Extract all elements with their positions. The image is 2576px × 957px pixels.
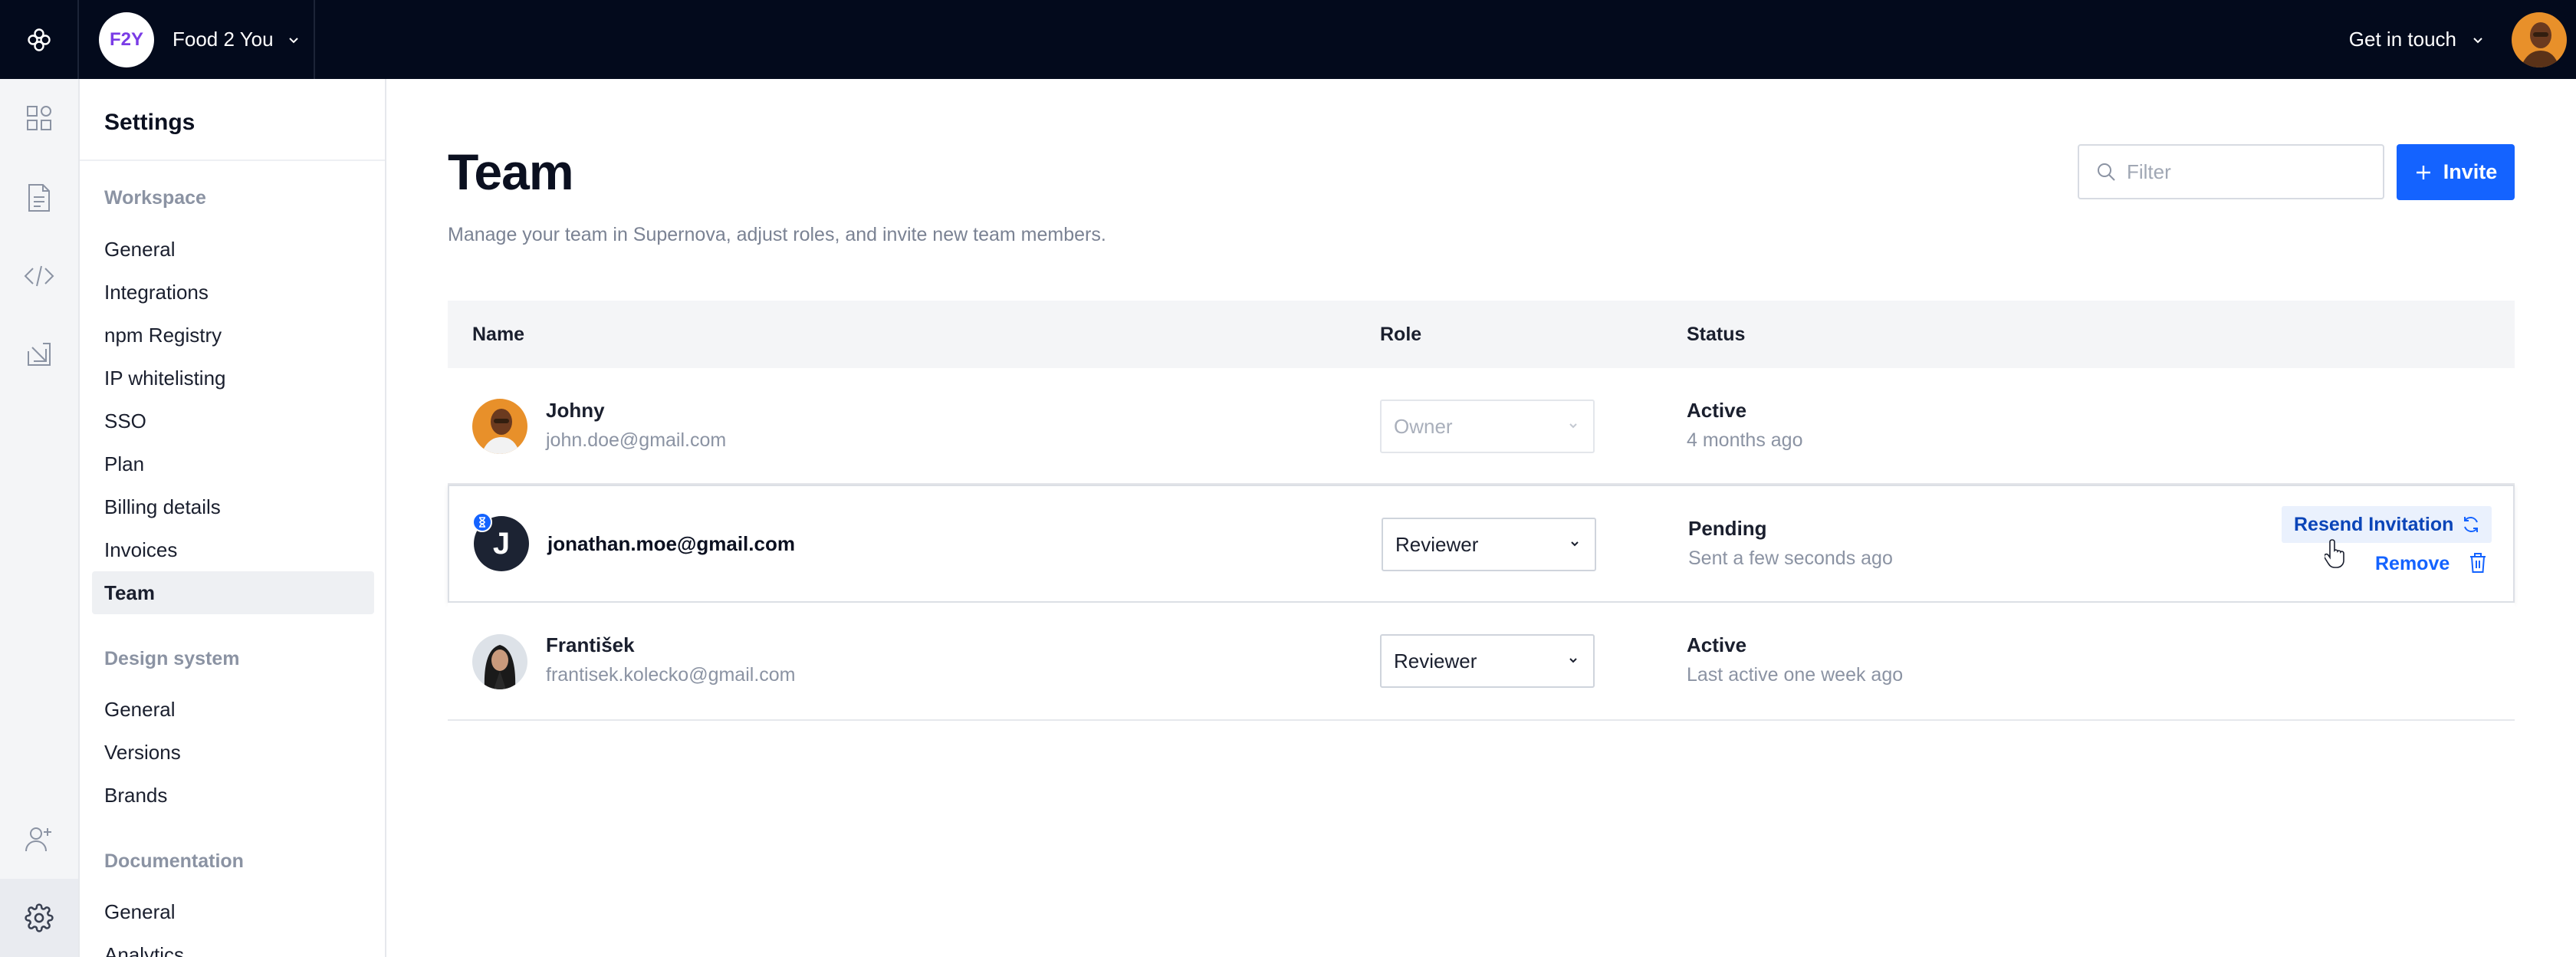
- status-detail: Last active one week ago: [1687, 664, 1904, 686]
- avatar: [472, 399, 527, 454]
- member-email: john.doe@gmail.com: [546, 429, 727, 451]
- role-select: Owner: [1380, 400, 1595, 453]
- components-icon: [27, 106, 51, 130]
- sidebar-item-invoices[interactable]: Invoices: [92, 528, 374, 571]
- rail-settings-button[interactable]: [0, 879, 78, 957]
- user-avatar[interactable]: [2512, 12, 2567, 67]
- code-icon: [24, 265, 54, 287]
- settings-sidebar: Settings Workspace General Integrations …: [80, 79, 386, 957]
- role-select[interactable]: Reviewer: [1380, 634, 1595, 688]
- sidebar-item-billing-details[interactable]: Billing details: [92, 485, 374, 528]
- sidebar-item-ds-general[interactable]: General: [92, 688, 374, 731]
- remove-label: Remove: [2375, 552, 2450, 574]
- workspace-switcher[interactable]: F2Y Food 2 You: [80, 0, 315, 79]
- invite-label: Invite: [2443, 160, 2498, 183]
- app-logo-button[interactable]: [0, 0, 79, 79]
- role-select[interactable]: Reviewer: [1382, 518, 1596, 571]
- rail-add-user-button[interactable]: [0, 800, 78, 878]
- top-bar: F2Y Food 2 You Get in touch: [0, 0, 2576, 79]
- table-header: Name Role Status: [448, 301, 2515, 368]
- sidebar-item-brands[interactable]: Brands: [92, 774, 374, 817]
- status-label: Pending: [1688, 517, 1767, 540]
- rail-components-button[interactable]: [0, 79, 78, 157]
- filter-input[interactable]: [2127, 160, 2372, 184]
- chevron-down-icon: [288, 34, 300, 46]
- chevron-down-icon: [1567, 419, 1579, 432]
- invite-button[interactable]: Invite: [2397, 144, 2515, 200]
- table-row: František frantisek.kolecko@gmail.com Re…: [448, 603, 2515, 721]
- sidebar-item-plan[interactable]: Plan: [92, 442, 374, 485]
- supernova-logo-icon: [27, 28, 51, 51]
- search-icon: [2098, 163, 2115, 181]
- get-in-touch-menu[interactable]: Get in touch: [2349, 0, 2484, 79]
- chevron-down-icon: [2472, 34, 2484, 46]
- status-detail: 4 months ago: [1687, 429, 1803, 451]
- column-header-name[interactable]: Name: [472, 301, 524, 368]
- filter-field[interactable]: [2078, 144, 2384, 199]
- rail-code-button[interactable]: [0, 237, 78, 315]
- status-detail: Sent a few seconds ago: [1688, 548, 1893, 569]
- hourglass-icon: [472, 512, 492, 532]
- page-description: Manage your team in Supernova, adjust ro…: [448, 224, 1106, 245]
- sidebar-item-npm-registry[interactable]: npm Registry: [92, 314, 374, 357]
- section-heading-workspace: Workspace: [104, 187, 206, 209]
- rail-documentation-button[interactable]: [0, 159, 78, 237]
- column-header-status[interactable]: Status: [1687, 301, 1745, 368]
- section-heading-documentation: Documentation: [104, 850, 244, 872]
- column-header-role[interactable]: Role: [1380, 301, 1421, 368]
- export-icon: [28, 343, 51, 366]
- resend-invitation-button[interactable]: Resend Invitation: [2282, 506, 2492, 543]
- icon-rail: [0, 79, 80, 957]
- add-user-icon: [25, 827, 51, 852]
- member-name: František: [546, 633, 635, 656]
- refresh-icon: [2461, 515, 2481, 534]
- workspace-avatar: F2Y: [99, 12, 154, 67]
- divider: [80, 160, 385, 161]
- table-row: Johny john.doe@gmail.com Owner Active 4 …: [448, 368, 2515, 485]
- status-label: Active: [1687, 399, 1747, 422]
- sidebar-item-analytics[interactable]: Analytics: [92, 933, 374, 957]
- sidebar-item-integrations[interactable]: Integrations: [92, 271, 374, 314]
- member-email: frantisek.kolecko@gmail.com: [546, 664, 796, 686]
- sidebar-item-versions[interactable]: Versions: [92, 731, 374, 774]
- trash-icon: [2469, 552, 2487, 574]
- sidebar-item-doc-general[interactable]: General: [92, 890, 374, 933]
- member-email: jonathan.moe@gmail.com: [547, 532, 795, 555]
- chevron-down-icon: [1567, 654, 1579, 666]
- sidebar-item-sso[interactable]: SSO: [92, 400, 374, 442]
- workspace-name: Food 2 You: [172, 28, 274, 51]
- table-row: J jonathan.moe@gmail.com Reviewer Pendin…: [448, 485, 2515, 603]
- remove-button[interactable]: Remove: [2375, 546, 2490, 581]
- page-title: Team: [448, 143, 574, 200]
- status-label: Active: [1687, 633, 1747, 656]
- avatar: [472, 634, 527, 689]
- document-icon: [28, 184, 50, 212]
- rail-export-button[interactable]: [0, 315, 78, 393]
- sidebar-item-ip-whitelisting[interactable]: IP whitelisting: [92, 357, 374, 400]
- gear-icon: [25, 903, 54, 932]
- hand-cursor-icon: [2323, 538, 2349, 573]
- sidebar-title: Settings: [104, 110, 196, 135]
- sidebar-item-general[interactable]: General: [92, 228, 374, 271]
- role-value: Owner: [1394, 414, 1453, 438]
- chevron-down-icon: [1569, 538, 1581, 550]
- role-value: Reviewer: [1394, 649, 1477, 673]
- resend-invitation-label: Resend Invitation: [2294, 513, 2454, 535]
- plus-icon: [2414, 163, 2433, 182]
- get-in-touch-label: Get in touch: [2348, 28, 2456, 51]
- section-heading-design-system: Design system: [104, 648, 240, 669]
- role-value: Reviewer: [1395, 532, 1479, 556]
- member-name: Johny: [546, 399, 605, 422]
- sidebar-item-team[interactable]: Team: [92, 571, 374, 614]
